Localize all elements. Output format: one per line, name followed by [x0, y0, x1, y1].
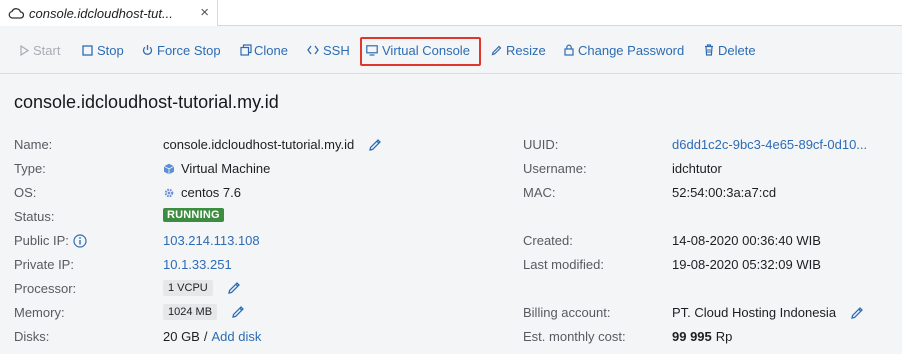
public-ip-value: 103.214.113.108: [163, 233, 260, 248]
processor-value: 1 VCPU: [163, 280, 241, 296]
billing-account-label: Billing account:: [523, 305, 611, 320]
cube-icon: [163, 163, 175, 174]
code-icon: [307, 45, 319, 55]
uuid-label: UUID:: [523, 137, 559, 152]
power-icon: [142, 45, 153, 55]
status-label: Status:: [14, 209, 55, 224]
os-text: centos 7.6: [181, 185, 241, 200]
edit-memory-pencil-icon[interactable]: [231, 305, 245, 319]
billing-account-value: PT. Cloud Hosting Indonesia: [672, 305, 864, 320]
public-ip-label-text: Public IP:: [14, 233, 69, 248]
info-icon[interactable]: [73, 233, 87, 248]
force-stop-button[interactable]: Force Stop: [142, 41, 221, 59]
clone-label: Clone: [254, 42, 288, 58]
monthly-cost-currency: Rp: [715, 329, 733, 344]
last-modified-label: Last modified:: [523, 257, 604, 272]
os-label: OS:: [14, 185, 37, 200]
edit-name-pencil-icon[interactable]: [368, 138, 382, 152]
memory-label: Memory:: [14, 305, 65, 320]
os-value: centos 7.6: [163, 185, 241, 200]
virtual-console-label: Virtual Console: [382, 42, 470, 58]
status-value: RUNNING: [163, 208, 224, 222]
type-label: Type:: [14, 161, 46, 176]
last-modified-value: 19-08-2020 05:32:09 WIB: [672, 257, 821, 272]
disks-value: 20 GB / Add disk: [163, 329, 261, 344]
uuid-value: d6dd1c2c-9bc3-4e65-89cf-0d10...: [672, 137, 892, 152]
processor-chip: 1 VCPU: [163, 280, 213, 296]
public-ip-link[interactable]: 103.214.113.108: [163, 233, 260, 248]
details-panel: console.idcloudhost-tutorial.my.id Name:…: [0, 75, 902, 354]
disks-separator: /: [203, 329, 208, 344]
cloud-icon: [8, 8, 24, 19]
delete-button[interactable]: Delete: [704, 41, 756, 59]
start-button[interactable]: Start: [20, 41, 60, 59]
clone-icon: [240, 44, 252, 56]
name-value: console.idcloudhost-tutorial.my.id: [163, 137, 382, 152]
resize-label: Resize: [506, 42, 546, 58]
virtual-console-button[interactable]: Virtual Console: [366, 41, 470, 59]
start-label: Start: [33, 42, 61, 58]
mac-value: 52:54:00:3a:a7:cd: [672, 185, 777, 200]
close-icon[interactable]: ×: [200, 4, 209, 21]
name-label: Name:: [14, 137, 53, 152]
private-ip-label: Private IP:: [14, 257, 74, 272]
page-title: console.idcloudhost-tutorial.my.id: [14, 92, 279, 112]
private-ip-link[interactable]: 10.1.33.251: [163, 257, 232, 272]
username-label: Username:: [523, 161, 587, 176]
lock-icon: [564, 44, 574, 56]
status-badge: RUNNING: [163, 208, 224, 222]
trash-icon: [705, 44, 713, 56]
gear-icon: [164, 188, 174, 197]
force-stop-label: Force Stop: [157, 42, 221, 58]
ssh-button[interactable]: SSH: [307, 41, 350, 59]
clone-button[interactable]: Clone: [240, 41, 288, 59]
tab-label: console.idcloudhost-tut...: [29, 5, 173, 21]
stop-button[interactable]: Stop: [82, 41, 124, 59]
add-disk-link[interactable]: Add disk: [211, 329, 261, 344]
delete-label: Delete: [718, 42, 756, 58]
ssh-label: SSH: [323, 42, 350, 58]
private-ip-value: 10.1.33.251: [163, 257, 232, 272]
mac-label: MAC:: [523, 185, 556, 200]
edit-billing-pencil-icon[interactable]: [850, 306, 864, 320]
processor-label: Processor:: [14, 281, 77, 296]
billing-account-text: PT. Cloud Hosting Indonesia: [672, 305, 837, 320]
change-password-label: Change Password: [578, 42, 685, 58]
created-value: 14-08-2020 00:36:40 WIB: [672, 233, 821, 248]
type-value: Virtual Machine: [163, 161, 270, 176]
tab-bar: console.idcloudhost-tut... ×: [0, 0, 902, 26]
uuid-link[interactable]: d6dd1c2c-9bc3-4e65-89cf-0d10...: [672, 137, 892, 152]
username-value: idchtutor: [672, 161, 722, 176]
stop-label: Stop: [97, 42, 124, 58]
created-label: Created:: [523, 233, 573, 248]
stop-icon: [82, 44, 93, 56]
toolbar: Start Stop Force Stop Clone SSH Virtual …: [0, 26, 902, 74]
monthly-cost-label: Est. monthly cost:: [523, 329, 626, 344]
change-password-button[interactable]: Change Password: [564, 41, 684, 59]
resize-button[interactable]: Resize: [491, 41, 546, 59]
edit-processor-pencil-icon[interactable]: [227, 281, 241, 295]
tab-console[interactable]: console.idcloudhost-tut... ×: [0, 0, 218, 26]
disks-text: 20 GB: [163, 329, 200, 344]
monitor-icon: [366, 44, 378, 56]
memory-value: 1024 MB: [163, 304, 245, 320]
type-text: Virtual Machine: [181, 161, 271, 176]
play-icon: [20, 44, 29, 56]
disks-label: Disks:: [14, 329, 50, 344]
memory-chip: 1024 MB: [163, 304, 218, 320]
pencil-icon: [491, 45, 502, 55]
public-ip-label: Public IP:: [14, 233, 87, 248]
monthly-cost-value: 99 995 Rp: [672, 329, 732, 344]
name-text: console.idcloudhost-tutorial.my.id: [163, 137, 355, 152]
monthly-cost-amount: 99 995: [672, 329, 712, 344]
